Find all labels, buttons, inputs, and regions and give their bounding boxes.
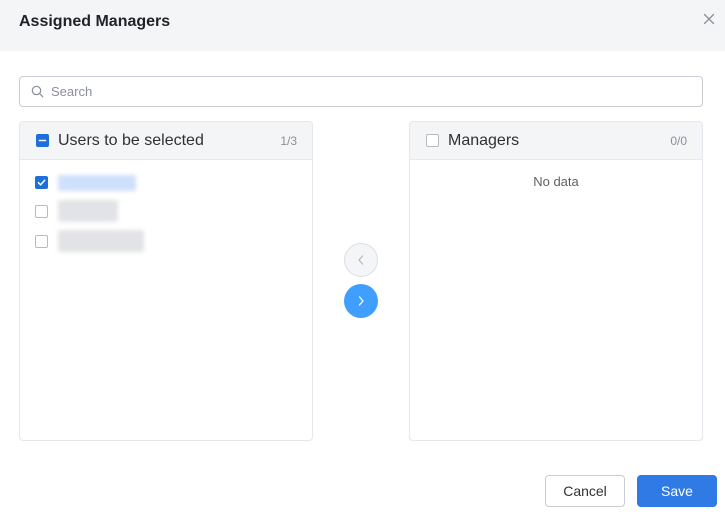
select-all-users-checkbox[interactable] (36, 134, 49, 147)
users-to-be-selected-panel: Users to be selected 1/3 (19, 121, 313, 441)
panel-title: Users to be selected (58, 132, 204, 149)
dialog-header: Assigned Managers (0, 0, 725, 51)
panel-title: Managers (448, 132, 520, 149)
user-checkbox[interactable] (35, 235, 48, 248)
user-checkbox[interactable] (35, 205, 48, 218)
chevron-left-icon (358, 255, 364, 265)
user-checkbox[interactable] (35, 176, 48, 189)
assigned-managers-dialog: Assigned Managers Users to be selected 1… (0, 0, 725, 514)
selection-count: 1/3 (280, 134, 297, 148)
list-item[interactable] (35, 173, 305, 193)
redacted-user-name (58, 175, 136, 191)
panel-header: Managers 0/0 (410, 122, 702, 160)
move-right-button[interactable] (344, 284, 378, 318)
chevron-right-icon (358, 296, 364, 306)
dialog-title: Assigned Managers (19, 13, 171, 30)
selection-count: 0/0 (670, 134, 687, 148)
list-item[interactable] (35, 200, 305, 222)
managers-panel: Managers 0/0 No data (409, 121, 703, 441)
cancel-button[interactable]: Cancel (545, 475, 625, 507)
panel-header: Users to be selected 1/3 (20, 122, 312, 160)
list-item[interactable] (35, 230, 305, 252)
search-icon (31, 85, 44, 98)
search-input[interactable] (51, 78, 691, 105)
move-left-button[interactable] (344, 243, 378, 277)
save-button[interactable]: Save (637, 475, 717, 507)
close-icon[interactable] (701, 11, 717, 27)
select-all-managers-checkbox[interactable] (426, 134, 439, 147)
empty-state-text: No data (533, 174, 579, 189)
search-box (19, 76, 703, 107)
redacted-user-name (58, 230, 144, 252)
redacted-user-name (58, 200, 118, 222)
